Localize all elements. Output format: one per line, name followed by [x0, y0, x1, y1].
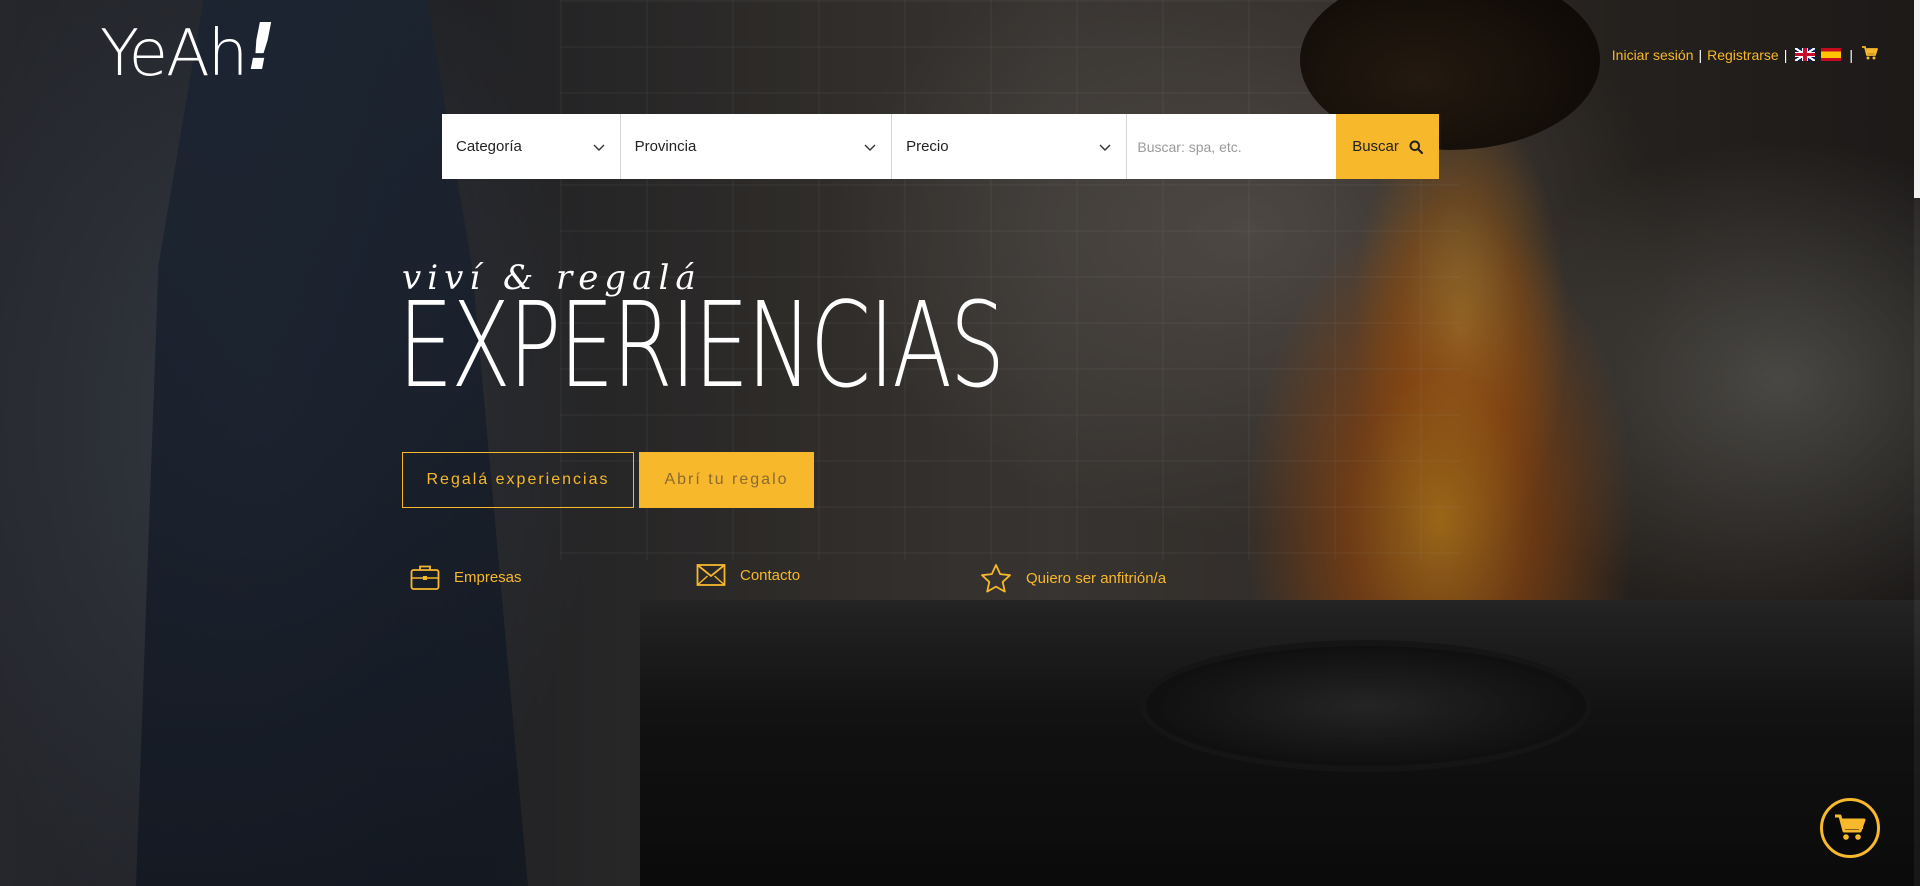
- cart-icon: [1835, 814, 1866, 840]
- chevron-down-icon: [593, 144, 605, 151]
- category-select[interactable]: Categoría: [442, 114, 621, 179]
- floating-cart-button[interactable]: [1820, 798, 1880, 858]
- briefcase-icon: [410, 565, 440, 590]
- price-select[interactable]: Precio: [892, 114, 1128, 179]
- logo[interactable]: YeAh!: [100, 16, 276, 86]
- contacto-link[interactable]: Contacto: [696, 563, 800, 587]
- register-link[interactable]: Registrarse: [1707, 47, 1779, 63]
- search-icon: [1409, 140, 1423, 154]
- search-input[interactable]: [1127, 114, 1337, 179]
- en-flag-icon[interactable]: [1795, 48, 1816, 61]
- nav-separator: |: [1698, 46, 1703, 63]
- envelope-icon: [696, 564, 726, 586]
- cart-icon[interactable]: [1862, 46, 1878, 63]
- price-select-label: Precio: [906, 138, 949, 155]
- es-flag-icon[interactable]: [1821, 48, 1842, 61]
- nav-separator: |: [1849, 46, 1853, 63]
- star-icon: [981, 564, 1011, 593]
- search-bar: Categoría Provincia Precio Buscar: [442, 114, 1439, 179]
- hero-headline: EXPERIENCIAS: [398, 276, 1005, 414]
- search-button[interactable]: Buscar: [1336, 114, 1439, 179]
- hero-section: YeAh! Iniciar sesión | Registrarse | | C…: [0, 0, 1920, 886]
- contacto-label: Contacto: [740, 566, 801, 584]
- empresas-link[interactable]: Empresas: [410, 563, 522, 591]
- open-gift-button[interactable]: Abrí tu regalo: [639, 452, 814, 508]
- province-select[interactable]: Provincia: [621, 114, 893, 179]
- scrollbar-thumb[interactable]: [1914, 0, 1920, 198]
- chevron-down-icon: [1099, 144, 1111, 151]
- gift-experiences-button[interactable]: Regalá experiencias: [402, 452, 634, 508]
- province-select-label: Provincia: [634, 138, 697, 155]
- logo-bang: !: [246, 11, 275, 85]
- category-select-label: Categoría: [456, 138, 522, 155]
- search-button-label: Buscar: [1352, 138, 1399, 155]
- nav-separator: |: [1783, 46, 1788, 63]
- host-link[interactable]: Quiero ser anfitrión/a: [980, 563, 1166, 593]
- empresas-label: Empresas: [454, 568, 522, 586]
- login-link[interactable]: Iniciar sesión: [1612, 47, 1694, 63]
- host-label: Quiero ser anfitrión/a: [1026, 569, 1167, 587]
- page-scrollbar[interactable]: [1914, 0, 1920, 886]
- logo-text: YeAh: [100, 17, 248, 91]
- top-navigation: Iniciar sesión | Registrarse | |: [1612, 46, 1878, 63]
- chevron-down-icon: [864, 144, 876, 151]
